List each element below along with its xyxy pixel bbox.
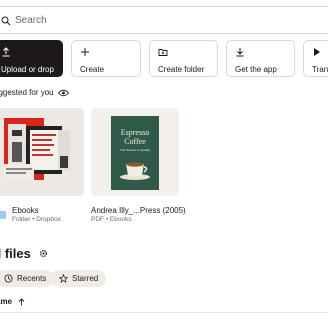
filter-recents-label: Recents xyxy=(17,274,47,283)
eye-icon[interactable] xyxy=(57,89,69,97)
filter-starred[interactable]: Starred xyxy=(51,270,107,287)
filter-recents[interactable]: Recents xyxy=(0,270,55,287)
transfer-button-label: Trans xyxy=(312,65,328,74)
sort-by-name[interactable]: ame xyxy=(0,297,25,306)
pdf-title: Andrea Illy_...Press (2005) xyxy=(91,206,186,215)
sort-name-label: ame xyxy=(0,297,13,306)
search-bar[interactable] xyxy=(0,6,328,34)
filter-starred-label: Starred xyxy=(72,274,99,283)
create-button[interactable]: Create xyxy=(71,40,141,77)
upload-icon xyxy=(2,47,10,57)
ebooks-title: Ebooks xyxy=(12,206,39,215)
pdf-meta: PDF • Ebooks xyxy=(91,216,132,223)
suggested-title: uggested for you xyxy=(0,88,54,97)
clock-icon xyxy=(4,274,13,283)
get-the-app-button-label: Get the app xyxy=(235,65,277,74)
plus-icon xyxy=(81,48,89,56)
gear-icon[interactable] xyxy=(39,249,48,258)
download-icon xyxy=(236,48,244,57)
book-collage-image xyxy=(4,118,70,180)
create-button-label: Create xyxy=(80,65,105,74)
suggested-heading: uggested for you xyxy=(0,88,69,97)
all-files-heading: ll files xyxy=(0,246,48,261)
create-folder-button-label: Create folder xyxy=(158,65,205,74)
arrow-up-icon xyxy=(18,297,25,305)
ebooks-meta: Folder • Dropbox xyxy=(12,216,61,223)
folder-icon xyxy=(0,211,6,219)
folder-plus-icon xyxy=(158,49,168,56)
pdf-thumbnail: Espresso Coffee The Science of Quality xyxy=(91,108,179,196)
star-icon xyxy=(59,274,68,283)
create-folder-button[interactable]: Create folder xyxy=(149,40,218,77)
all-files-title: ll files xyxy=(0,246,31,261)
upload-button[interactable]: Upload or drop xyxy=(0,40,63,77)
search-input[interactable] xyxy=(0,14,291,26)
coffee-cup-image xyxy=(120,162,150,180)
get-the-app-button[interactable]: Get the app xyxy=(226,40,295,77)
cover-subtitle: The Science of Quality xyxy=(119,148,151,152)
search-icon xyxy=(1,16,11,26)
transfer-button[interactable]: Trans xyxy=(303,40,328,77)
upload-button-label: Upload or drop xyxy=(1,65,54,74)
divider xyxy=(0,312,328,313)
transfer-icon xyxy=(314,48,320,56)
ebooks-thumbnail xyxy=(0,108,84,196)
book-cover: Espresso Coffee The Science of Quality xyxy=(111,116,159,190)
cover-title: Espresso Coffee xyxy=(120,128,150,146)
